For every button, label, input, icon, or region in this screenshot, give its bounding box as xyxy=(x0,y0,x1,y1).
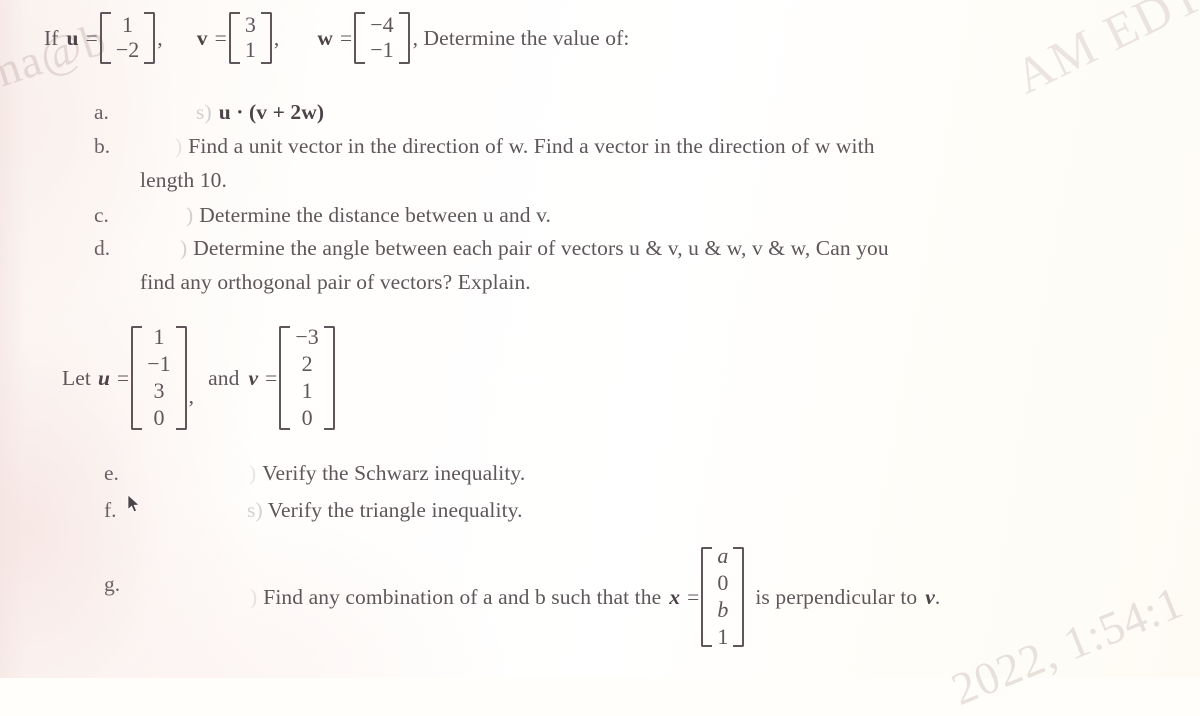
bracket-left xyxy=(701,547,713,647)
vector-u-header-value-0: 1 xyxy=(122,12,134,38)
item-a-points: s) xyxy=(196,100,212,124)
item-g-text-after: is perpendicular to xyxy=(755,584,918,609)
vector-w-header: −4 −1 xyxy=(354,12,410,64)
item-d-continuation: find any orthogonal pair of vectors? Exp… xyxy=(140,270,531,294)
definition-u-label: u xyxy=(97,365,111,390)
item-d-text: Determine the angle between each pair of… xyxy=(193,236,889,260)
definition-comma: , xyxy=(188,384,195,408)
bracket-right xyxy=(398,12,410,64)
item-e-points: ) xyxy=(249,461,257,485)
item-g-equals: = xyxy=(687,584,700,609)
item-f-text: Verify the triangle inequality. xyxy=(267,498,523,522)
vector-v-definition: −3 2 1 0 xyxy=(279,324,335,430)
vector-v-header-value-0: 3 xyxy=(244,12,256,38)
bracket-left xyxy=(354,12,366,64)
vector-w-header-value-1: −1 xyxy=(370,37,394,62)
vector-v-header-value-1: 1 xyxy=(244,37,256,62)
bracket-left xyxy=(279,326,291,430)
item-g-period: . xyxy=(934,584,941,609)
item-letter-d: d. xyxy=(94,236,111,260)
definition-u-equals: = xyxy=(117,365,130,390)
vector-u-definition-value-1: −1 xyxy=(147,351,171,377)
item-d-body: ) Determine the angle between each pair … xyxy=(180,236,889,261)
definition-v-label: v xyxy=(248,365,259,390)
header-u-equals: = xyxy=(85,25,98,50)
item-c-points: ) xyxy=(186,203,194,227)
item-g-x-label: x xyxy=(669,584,681,609)
item-letter-a: a. xyxy=(94,100,109,124)
vector-x-value-3: 1 xyxy=(717,623,729,649)
vector-u-header-value-1: −2 xyxy=(115,37,140,62)
header-prefix: If xyxy=(44,25,59,50)
item-b-continuation-row: length 10. xyxy=(140,168,227,193)
vector-u-definition-value-3: 0 xyxy=(153,404,165,430)
item-a-body: s) u · (v + 2w) xyxy=(196,100,324,125)
item-letter-f: f. xyxy=(104,498,117,522)
bracket-left xyxy=(228,12,240,64)
document-content: If u = 1 −2 , v = 3 1 , w = −4 −1 , Dete… xyxy=(0,0,1200,678)
definition-conjunction: and xyxy=(208,365,240,390)
bracket-left xyxy=(99,12,111,64)
bracket-right xyxy=(144,12,156,64)
header-instruction: , Determine the value of: xyxy=(412,25,630,50)
definition-lead: Let xyxy=(62,365,91,390)
header-v-label: v xyxy=(196,25,208,50)
vector-v-header: 3 1 xyxy=(228,12,272,64)
bracket-right xyxy=(260,12,272,64)
item-c-body: ) Determine the distance between u and v… xyxy=(186,203,551,228)
bracket-right xyxy=(733,547,745,647)
vector-x-definition: a 0 b 1 xyxy=(701,543,745,649)
item-letter-e: e. xyxy=(104,461,119,485)
bracket-right xyxy=(175,326,187,430)
definition-v-equals: = xyxy=(265,365,278,390)
header-v-equals: = xyxy=(214,25,227,50)
vector-u-definition: 1 −1 3 0 xyxy=(131,324,187,430)
item-b-text: Find a unit vector in the direction of w… xyxy=(188,134,875,158)
mouse-pointer-arrow-icon xyxy=(127,494,140,513)
vector-u-definition-value-2: 3 xyxy=(153,378,165,403)
header-w-equals: = xyxy=(339,25,353,50)
item-letter-b: b. xyxy=(94,134,111,158)
header-comma-2: , xyxy=(273,25,280,50)
vector-x-value-1: 0 xyxy=(717,570,729,596)
item-b-continuation: length 10. xyxy=(140,168,227,192)
item-g-body: ) Find any combination of a and b such t… xyxy=(250,543,941,649)
definition-row: Let u = 1 −1 3 0 , and v = −3 2 1 0 xyxy=(62,323,337,433)
item-f-body: s) Verify the triangle inequality. xyxy=(247,498,523,523)
vector-u-header: 1 −2 xyxy=(99,12,156,64)
item-letter-g: g. xyxy=(104,572,121,596)
header-u-label: u xyxy=(66,25,79,50)
item-g-text-before: Find any combination of a and b such tha… xyxy=(263,584,662,609)
item-g-v-label: v xyxy=(925,584,935,609)
header-w-label: w xyxy=(317,25,333,50)
header-comma-1: , xyxy=(157,25,163,50)
item-d-continuation-row: find any orthogonal pair of vectors? Exp… xyxy=(140,270,531,295)
vector-v-definition-value-2: 1 xyxy=(301,378,313,403)
item-d-points: ) xyxy=(180,236,188,260)
item-c-text: Determine the distance between u and v. xyxy=(199,203,552,227)
item-b-points: ) xyxy=(175,134,183,158)
item-b-body: ) Find a unit vector in the direction of… xyxy=(175,134,875,159)
item-e-body: ) Verify the Schwarz inequality. xyxy=(249,461,525,486)
item-e-text: Verify the Schwarz inequality. xyxy=(262,461,526,485)
item-letter-c: c. xyxy=(94,203,109,227)
vector-v-definition-value-0: −3 xyxy=(295,324,319,350)
item-g-points: ) xyxy=(250,584,258,609)
item-f-points: s) xyxy=(247,498,263,522)
bracket-right xyxy=(323,326,335,430)
bracket-left xyxy=(131,326,143,430)
vector-w-header-value-0: −4 xyxy=(370,12,394,38)
vector-x-value-0: a xyxy=(717,543,729,569)
vector-v-definition-value-1: 2 xyxy=(301,351,313,377)
header-vector-definitions: If u = 1 −2 , v = 3 1 , w = −4 −1 , Dete… xyxy=(44,8,629,68)
vector-u-definition-value-0: 1 xyxy=(153,324,165,350)
vector-x-value-2: b xyxy=(717,597,729,622)
vector-v-definition-value-3: 0 xyxy=(301,404,313,430)
item-a-text: u · (v + 2w) xyxy=(218,100,325,124)
